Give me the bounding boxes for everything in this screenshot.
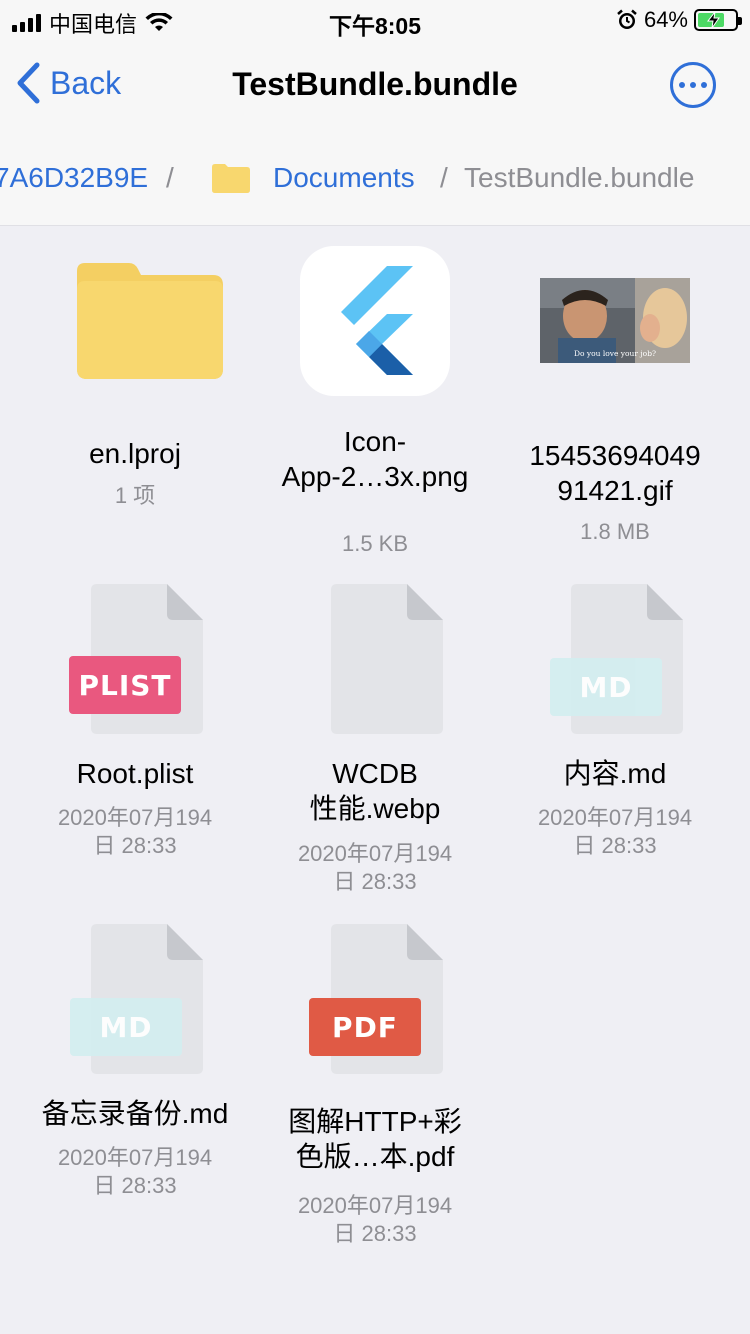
file-meta: 1.8 MB [580,519,650,544]
status-bar: 中国电信 下午8:05 64% [0,0,750,40]
breadcrumb-current: TestBundle.bundle [464,162,695,193]
md-badge: MD [70,998,182,1056]
thumbnail [60,246,223,396]
pdf-badge: PDF [309,998,421,1056]
file-meta-line: 日 28:33 [573,833,657,858]
thumbnail: Do you love your job? [540,246,690,396]
flutter-app-icon [300,246,450,396]
file-name-line: 91421.gif [557,475,673,506]
file-meta-line: 日 28:33 [333,1221,417,1246]
breadcrumb-documents[interactable]: Documents [273,162,415,194]
file-name: Root.plist [76,758,194,789]
file-meta-line: 2020年07月194 [57,805,213,830]
file-meta: 1 项 [114,483,156,508]
navigation-bar: Back TestBundle.bundle [0,40,750,128]
thumbnail [300,576,450,734]
md-badge: MD [550,658,662,716]
file-name: en.lproj [89,438,181,469]
thumbnail: PDF [300,916,450,1074]
file-name-line: 性能.webp [309,793,441,824]
ellipsis-icon [679,82,685,88]
file-meta-line: 日 28:33 [93,1173,177,1198]
file-name-line: App-2…3x.png [281,461,469,492]
file-name-line: 图解HTTP+彩 [288,1106,462,1137]
file-meta-line: 2020年07月194 [57,1145,213,1170]
file-meta-line: 日 28:33 [93,833,177,858]
file-name-line: Icon- [343,426,407,457]
file-name-line: WCDB [332,758,418,789]
breadcrumb: 7A6D32B9E / Documents / TestBundle.bundl… [0,128,750,226]
file-meta-line: 2020年07月194 [297,1193,453,1218]
page-title: TestBundle.bundle [232,66,518,102]
plist-badge: PLIST [69,656,181,714]
gif-thumbnail: Do you love your job? [540,278,690,363]
file-name-line: 15453694049 [529,440,701,471]
file-meta-line: 2020年07月194 [297,841,453,866]
thumbnail: MD [540,576,690,734]
gif-caption: Do you love your job? [574,349,656,358]
more-options-button[interactable] [670,62,716,108]
breadcrumb-separator: / [440,162,448,193]
breadcrumb-parent[interactable]: 7A6D32B9E [0,162,148,194]
alarm-clock-icon [617,9,637,29]
thumbnail: PLIST [60,576,210,734]
generic-file-icon [331,584,443,734]
file-name-line: 色版…本.pdf [295,1141,455,1172]
file-meta-line: 日 28:33 [333,869,417,894]
thumbnail: MD [60,916,210,1074]
folder-icon [77,263,223,379]
battery-charging-icon [694,9,742,31]
file-name: 备忘录备份.md [41,1098,229,1129]
battery-percent: 64% [643,7,688,32]
file-name: 内容.md [563,758,667,789]
file-meta-line: 2020年07月194 [537,805,693,830]
file-meta: 1.5 KB [341,531,409,556]
folder-icon [212,164,250,193]
thumbnail [300,246,450,396]
breadcrumb-separator: / [166,162,174,193]
